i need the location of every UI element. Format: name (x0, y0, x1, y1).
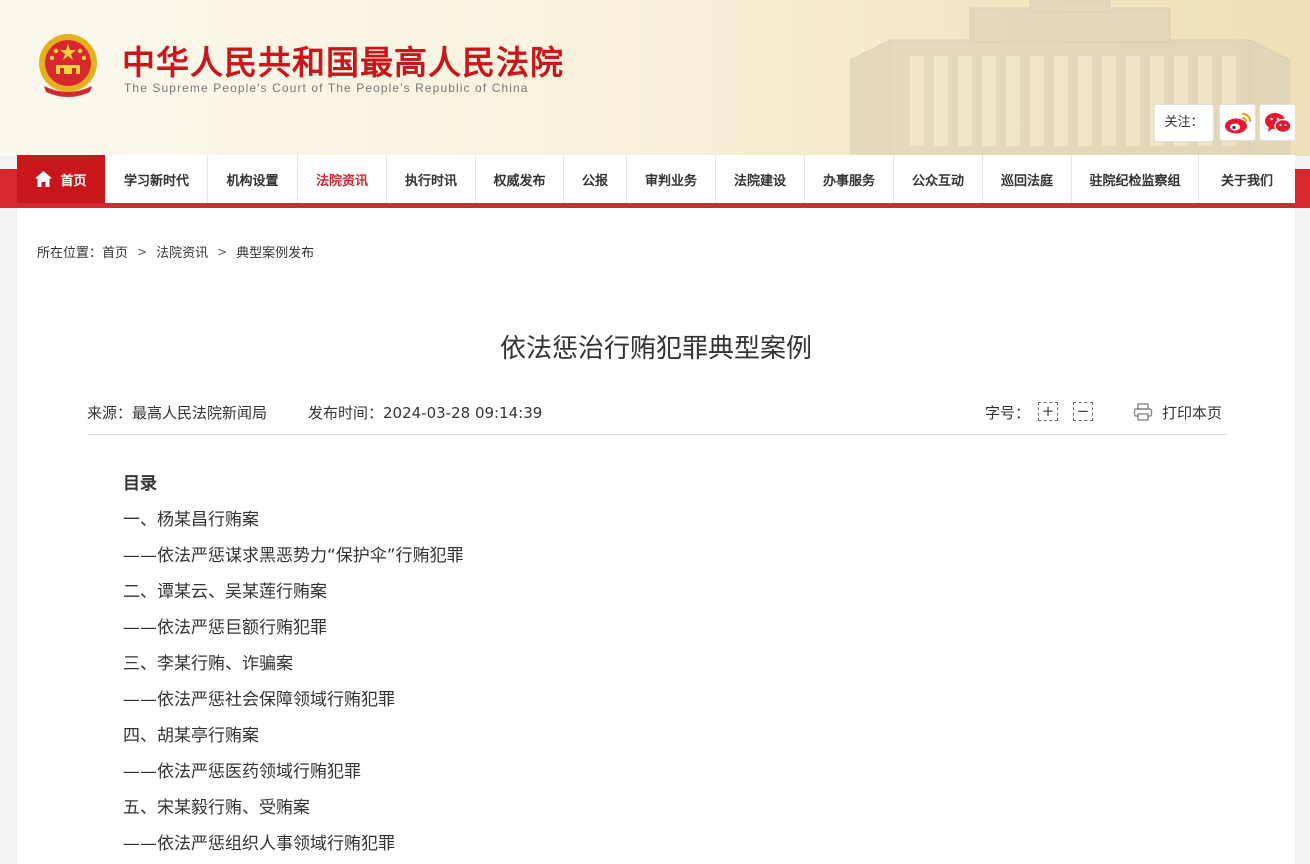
nav-item-study[interactable]: 学习新时代 (106, 155, 208, 203)
font-size-label: 字号： (985, 404, 1031, 422)
toc-line: 二、谭某云、吴某莲行贿案 (123, 582, 327, 602)
breadcrumb-item-court-news[interactable]: 法院资讯 (156, 242, 208, 261)
follow-label: 关注： (1154, 104, 1214, 142)
main-nav: 首页 学习新时代 机构设置 法院资讯 执行时讯 权威发布 公报 审判业务 法院建… (17, 155, 1295, 203)
weibo-icon (1224, 112, 1251, 133)
toc-line: ——依法严惩谋求黑恶势力“保护伞”行贿犯罪 (123, 546, 464, 566)
font-decrease-button[interactable]: − (1073, 402, 1093, 421)
toc-line: 一、杨某昌行贿案 (123, 510, 259, 530)
nav-item-trial-business[interactable]: 审判业务 (627, 155, 716, 203)
home-icon (35, 171, 53, 187)
breadcrumb-prefix: 所在位置： (37, 246, 103, 261)
nav-item-authoritative-release[interactable]: 权威发布 (476, 155, 564, 203)
nav-item-court-construction[interactable]: 法院建设 (716, 155, 805, 203)
nav-item-gazette[interactable]: 公报 (564, 155, 627, 203)
site-subtitle: The Supreme People's Court of The People… (124, 81, 529, 95)
toc-line: ——依法严惩巨额行贿犯罪 (123, 618, 327, 638)
article-source: 来源：最高人民法院新闻局 (87, 404, 268, 422)
site-header: 中华人民共和国最高人民法院 The Supreme People's Court… (0, 0, 1310, 156)
breadcrumb-item-home[interactable]: 首页 (102, 242, 128, 261)
toc-line: 三、李某行贿、诈骗案 (123, 654, 293, 674)
wechat-button[interactable] (1259, 104, 1296, 141)
nav-item-circuit-court[interactable]: 巡回法庭 (983, 155, 1072, 203)
article-publish-time: 发布时间：2024-03-28 09:14:39 (308, 404, 543, 422)
print-page-button[interactable]: 打印本页 (1162, 402, 1222, 423)
toc-line: ——依法严惩社会保障领域行贿犯罪 (123, 690, 395, 710)
site-title[interactable]: 中华人民共和国最高人民法院 (122, 36, 564, 84)
weibo-button[interactable] (1219, 104, 1256, 141)
nav-item-discipline-inspection[interactable]: 驻院纪检监察组 (1072, 155, 1199, 203)
breadcrumb-item-typical-cases[interactable]: 典型案例发布 (236, 242, 314, 261)
chevron-right-icon: > (217, 244, 228, 259)
article-content: 所在位置： 首页 > 法院资讯 > 典型案例发布 依法惩治行贿犯罪典型案例 来源… (17, 208, 1295, 864)
font-increase-button[interactable]: + (1038, 402, 1058, 421)
nav-item-enforcement-news[interactable]: 执行时讯 (387, 155, 476, 203)
article-meta: 来源：最高人民法院新闻局 发布时间：2024-03-28 09:14:39 字号… (87, 400, 1227, 435)
toc-line: ——依法严惩组织人事领域行贿犯罪 (123, 834, 395, 854)
wechat-icon (1264, 112, 1292, 133)
toc-line: 五、宋某毅行贿、受贿案 (123, 798, 310, 818)
article-title: 依法惩治行贿犯罪典型案例 (499, 334, 812, 364)
nav-item-public-interaction[interactable]: 公众互动 (894, 155, 983, 203)
nav-item-label: 首页 (60, 173, 87, 189)
toc-heading: 目录 (123, 474, 157, 494)
nav-item-services[interactable]: 办事服务 (805, 155, 894, 203)
nav-item-home[interactable]: 首页 (17, 155, 106, 203)
nav-item-organization[interactable]: 机构设置 (208, 155, 298, 203)
toc-line: ——依法严惩医药领域行贿犯罪 (123, 762, 361, 782)
national-emblem-logo (39, 34, 97, 97)
breadcrumb: 所在位置： 首页 > 法院资讯 > 典型案例发布 (37, 242, 314, 262)
chevron-right-icon: > (137, 244, 148, 259)
nav-item-about-us[interactable]: 关于我们 (1199, 155, 1295, 203)
nav-item-court-news[interactable]: 法院资讯 (298, 155, 387, 203)
printer-icon[interactable] (1133, 403, 1153, 421)
table-of-contents: 目录 一、杨某昌行贿案 ——依法严惩谋求黑恶势力“保护伞”行贿犯罪 二、谭某云、… (123, 472, 464, 864)
toc-line: 四、胡某亭行贿案 (123, 726, 259, 746)
